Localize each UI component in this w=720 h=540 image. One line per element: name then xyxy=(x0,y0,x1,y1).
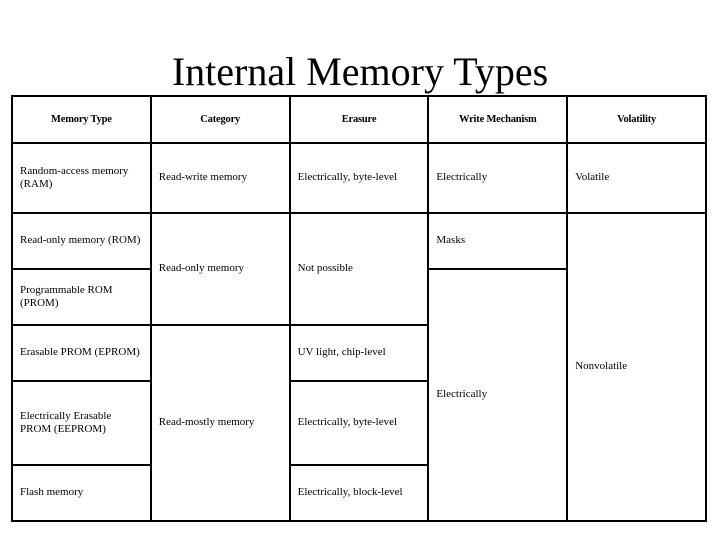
memory-table: Memory Type Category Erasure Write Mecha… xyxy=(11,95,707,522)
cell-rom-volatility: Nonvolatile xyxy=(566,212,707,522)
cell-ram-write-mechanism: Electrically xyxy=(427,142,569,214)
cell-eprom-memory-type: Erasable PROM (EPROM) xyxy=(11,324,152,382)
slide-canvas: Internal Memory Types Memory Type Catego… xyxy=(0,0,720,540)
column-header-write-mechanism: Write Mechanism xyxy=(427,95,569,144)
column-header-erasure: Erasure xyxy=(288,95,430,144)
cell-prom-memory-type: Programmable ROM (PROM) xyxy=(11,268,152,326)
cell-eeprom-memory-type: Electrically Erasable PROM (EEPROM) xyxy=(11,380,152,466)
table-row-ram: Random-access memory (RAM) Read-write me… xyxy=(11,142,707,214)
cell-prom-write-mechanism: Electrically xyxy=(427,268,569,522)
cell-eprom-category: Read-mostly memory xyxy=(149,324,291,522)
cell-rom-category: Read-only memory xyxy=(149,212,291,326)
cell-rom-memory-type: Read-only memory (ROM) xyxy=(11,212,152,270)
cell-ram-erasure: Electrically, byte-level xyxy=(288,142,430,214)
cell-rom-write-mechanism: Masks xyxy=(427,212,569,270)
cell-eeprom-erasure: Electrically, byte-level xyxy=(288,380,430,466)
cell-rom-erasure: Not possible xyxy=(288,212,430,326)
cell-flash-erasure: Electrically, block-level xyxy=(288,464,430,522)
cell-ram-category: Read-write memory xyxy=(149,142,291,214)
table-row-rom: Read-only memory (ROM) Read-only memory … xyxy=(11,212,707,522)
table-header-row: Memory Type Category Erasure Write Mecha… xyxy=(11,95,707,144)
column-header-memory-type: Memory Type xyxy=(11,95,152,144)
column-header-volatility: Volatility xyxy=(566,95,707,144)
page-title: Internal Memory Types xyxy=(171,48,549,94)
cell-eprom-erasure: UV light, chip-level xyxy=(288,324,430,382)
cell-ram-volatility: Volatile xyxy=(566,142,707,214)
column-header-category: Category xyxy=(149,95,291,144)
cell-ram-memory-type: Random-access memory (RAM) xyxy=(11,142,152,214)
cell-flash-memory-type: Flash memory xyxy=(11,464,152,522)
internal-memory-types-table: Memory Type Category Erasure Write Mecha… xyxy=(11,95,707,522)
